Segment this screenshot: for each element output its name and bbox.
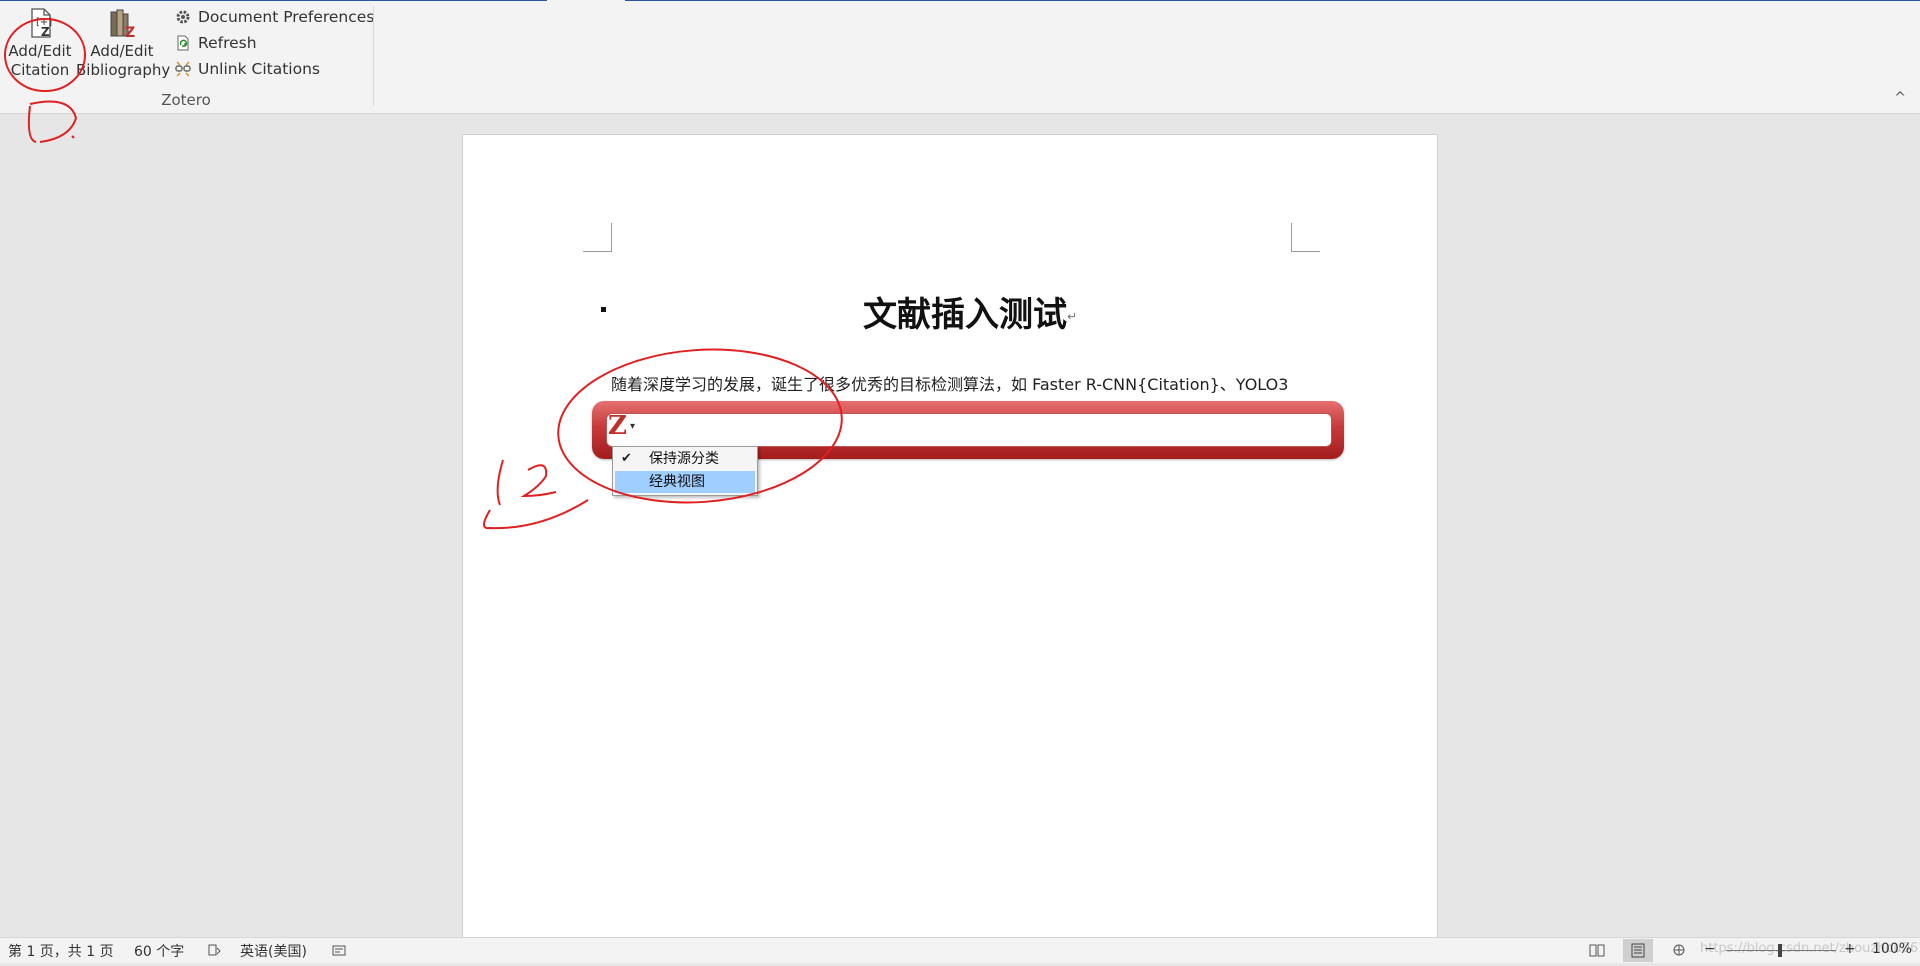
add-bibliography-icon: Z [110,9,135,40]
svg-text:Z: Z [125,25,135,40]
chevron-down-icon[interactable]: ▾ [630,421,635,432]
margin-corner-top-left [583,223,612,252]
zoom-in-button[interactable]: + [1844,941,1856,957]
menu-item-label: 保持源分类 [649,451,719,467]
add-citation-label-1: Add/Edit [8,42,72,60]
svg-text:Z: Z [41,25,50,39]
macro-icon[interactable] [332,943,346,957]
zoom-out-button[interactable]: − [1704,941,1716,957]
add-edit-bibliography-button[interactable]: Z Add/Edit Bibliography [76,6,171,80]
ribbon-group-separator [373,6,374,106]
unlink-icon [175,61,191,77]
word-count[interactable]: 60 个字 [134,941,184,961]
web-layout-icon [1673,944,1685,956]
document-title[interactable]: 文献插入测试↵ [463,287,1437,336]
add-bibliography-label-1: Add/Edit [90,42,154,60]
margin-corner-top-right [1291,223,1320,252]
menu-item-classic-view[interactable]: 经典视图 [615,471,755,493]
zotero-logo-icon[interactable]: Z [608,413,627,439]
add-citation-label-2: Citation [10,61,70,79]
add-citation-icon: [+] Z [31,8,52,39]
proofing-icon[interactable] [208,943,222,957]
language-indicator[interactable]: 英语(美国) [240,941,307,961]
document-preferences-label: Document Preferences [198,8,375,26]
menu-item-label: 经典视图 [649,474,705,490]
unlink-citations-label: Unlink Citations [198,60,320,78]
citation-search-input[interactable] [606,413,1332,447]
menu-item-keep-sorted[interactable]: ✔ 保持源分类 [615,448,755,470]
ribbon: [+] Z Add/Edit Citation Z Add/Edit Bibli… [0,0,1920,114]
ribbon-group-label: Zotero [161,91,211,109]
read-mode-button[interactable] [1582,939,1612,962]
read-mode-icon [1589,944,1605,957]
zotero-view-menu: ✔ 保持源分类 经典视图 [612,446,758,496]
status-bar: 第 1 页，共 1 页 60 个字 英语(美国) https://blog.cs… [0,937,1920,963]
refresh-icon [177,35,189,51]
zoom-level[interactable]: 100% [1872,941,1912,957]
refresh-label: Refresh [198,34,257,52]
collapse-ribbon-button[interactable]: ^ [1894,90,1906,106]
add-edit-citation-button[interactable]: [+] Z Add/Edit Citation [4,6,76,80]
paragraph-mark: ↵ [1066,309,1078,324]
gear-icon [176,10,190,24]
page-count[interactable]: 第 1 页，共 1 页 [8,941,114,961]
zotero-small-buttons: Document Preferences Refresh Unlink Cita… [174,4,374,82]
document-preferences-button[interactable]: Document Preferences [174,4,374,30]
print-layout-button[interactable] [1623,939,1653,962]
web-layout-button[interactable] [1664,939,1694,962]
print-layout-icon [1631,943,1645,958]
ribbon-top-accent [0,0,1920,1]
unlink-citations-button[interactable]: Unlink Citations [174,56,374,82]
add-bibliography-label-2: Bibliography [76,61,171,79]
refresh-button[interactable]: Refresh [174,30,374,56]
zoom-slider-thumb[interactable] [1778,944,1782,957]
document-paragraph-line-1[interactable]: 随着深度学习的发展，诞生了很多优秀的目标检测算法，如 Faster R-CNN{… [611,371,1311,399]
check-icon: ✔ [621,451,632,466]
document-title-text: 文献插入测试 [862,295,1067,335]
document-page[interactable]: 文献插入测试↵ 随着深度学习的发展，诞生了很多优秀的目标检测算法，如 Faste… [462,134,1438,942]
